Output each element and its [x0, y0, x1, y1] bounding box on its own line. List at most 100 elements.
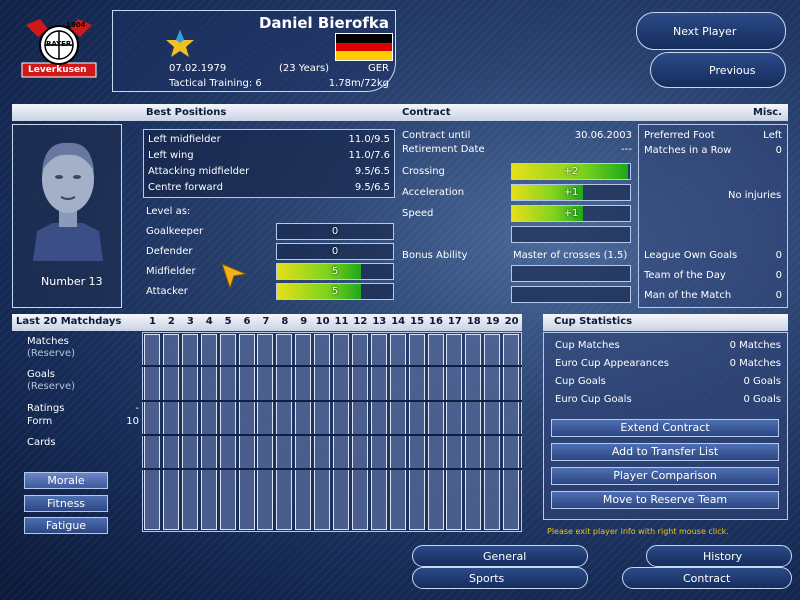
- transfer-list-button[interactable]: Add to Transfer List: [551, 443, 779, 461]
- matchday-column: [370, 334, 387, 530]
- level-label: Goalkeeper: [146, 226, 204, 237]
- next-player-label: Next Player: [673, 25, 737, 38]
- morale-button[interactable]: Morale: [24, 472, 108, 489]
- exit-hint: Please exit player info with right mouse…: [547, 527, 729, 536]
- matchday-number: 13: [372, 316, 387, 327]
- player-number: Number 13: [41, 275, 103, 288]
- skill-label: Acceleration: [402, 187, 465, 198]
- matchday-number: 7: [262, 316, 270, 327]
- matchday-column: [465, 334, 482, 530]
- portrait-panel: Number 13: [12, 124, 122, 308]
- matchday-column: [238, 334, 255, 530]
- matchday-column: [408, 334, 425, 530]
- logo-city: Leverkusen: [28, 65, 87, 75]
- star-icon: [165, 29, 195, 62]
- contract-header: Contract: [402, 107, 451, 118]
- man-of-match-row: Man of the Match 0: [644, 290, 782, 301]
- form-row: Form 10: [27, 416, 139, 427]
- bonus-bar-1: [511, 265, 631, 282]
- ratings-row: Ratings -: [27, 403, 139, 414]
- extend-contract-button[interactable]: Extend Contract: [551, 419, 779, 437]
- level-bar: 5: [276, 263, 394, 280]
- fitness-button[interactable]: Fitness: [24, 495, 108, 512]
- matchday-number: 3: [186, 316, 194, 327]
- cup-stat-row: Euro Cup Appearances 0 Matches: [555, 358, 781, 369]
- height-weight: 1.78m/72kg: [328, 78, 389, 89]
- level-label: Midfielder: [146, 266, 196, 277]
- tab-history[interactable]: History: [646, 545, 792, 567]
- previous-label: Previous: [709, 64, 756, 77]
- tab-contract[interactable]: Contract: [622, 567, 792, 589]
- level-label: Defender: [146, 246, 193, 257]
- matchday-number: 11: [334, 316, 349, 327]
- matchday-column: [314, 334, 331, 530]
- best-position-row: Left wing 11.0/7.6: [148, 150, 390, 161]
- matchday-column: [181, 334, 198, 530]
- matchday-column: [484, 334, 501, 530]
- player-dob: 07.02.1979: [169, 63, 227, 74]
- tab-sports[interactable]: Sports: [412, 567, 588, 589]
- matchday-number: 10: [315, 316, 330, 327]
- matchday-column: [200, 334, 217, 530]
- bonus-ability-value: Master of crosses (1.5): [513, 250, 628, 261]
- matchday-number: 17: [447, 316, 462, 327]
- matchday-number: 6: [243, 316, 251, 327]
- logo-bayer: BAYER: [46, 40, 72, 48]
- matchday-number: 14: [391, 316, 406, 327]
- matches-reserve-label: (Reserve): [27, 348, 75, 359]
- matchday-column: [427, 334, 444, 530]
- fatigue-button[interactable]: Fatigue: [24, 517, 108, 534]
- previous-button[interactable]: Previous: [650, 52, 786, 88]
- matchday-number: 16: [429, 316, 443, 327]
- level-bar: 0: [276, 243, 394, 260]
- bonus-bar-2: [511, 286, 631, 303]
- next-player-button[interactable]: Next Player: [636, 12, 786, 50]
- matchday-column: [276, 334, 293, 530]
- best-position-row: Centre forward 9.5/6.5: [148, 182, 390, 193]
- misc-header: Misc.: [752, 107, 782, 118]
- pointer-cursor-icon: [220, 262, 248, 293]
- matchdays-title: Last 20 Matchdays: [16, 316, 122, 327]
- tactical-training: Tactical Training: 6: [169, 78, 262, 89]
- goals-label: Goals: [27, 369, 55, 380]
- matchday-column: [333, 334, 349, 530]
- matchday-number: 15: [410, 316, 425, 327]
- matchday-column: [295, 334, 312, 530]
- matchday-column: [144, 334, 160, 530]
- matchday-column: [446, 334, 463, 530]
- cup-stat-row: Euro Cup Goals 0 Goals: [555, 394, 781, 405]
- team-of-day-row: Team of the Day 0: [644, 270, 782, 281]
- preferred-foot-row: Preferred Foot Left: [644, 130, 782, 141]
- player-nationality: GER: [367, 63, 389, 74]
- matchday-column: [351, 334, 368, 530]
- move-reserve-button[interactable]: Move to Reserve Team: [551, 491, 779, 509]
- matches-label: Matches: [27, 336, 69, 347]
- tab-general[interactable]: General: [412, 545, 588, 567]
- germany-flag-icon: [335, 33, 393, 61]
- club-logo: 1904 BAYER Leverkusen: [18, 15, 100, 85]
- matchday-number: 18: [466, 316, 481, 327]
- cup-title: Cup Statistics: [554, 316, 633, 327]
- matchday-column: [503, 334, 520, 530]
- matchday-number: 8: [281, 316, 289, 327]
- matchday-column: [219, 334, 236, 530]
- player-comparison-button[interactable]: Player Comparison: [551, 467, 779, 485]
- cup-stat-row: Cup Matches 0 Matches: [555, 340, 781, 351]
- player-name: Daniel Bierofka: [258, 14, 389, 32]
- level-bar: 0: [276, 223, 394, 240]
- logo-year: 1904: [66, 21, 86, 29]
- player-age: (23 Years): [279, 63, 330, 74]
- matchday-number: 5: [224, 316, 232, 327]
- matchday-number: 9: [300, 316, 308, 327]
- cards-label: Cards: [27, 437, 56, 448]
- player-header-panel: Daniel Bierofka 07.02.1979 (23 Years) GE…: [112, 10, 396, 92]
- skill-bar: +2: [511, 163, 631, 180]
- level-bar: 5: [276, 283, 394, 300]
- matchday-number: 20: [504, 316, 519, 327]
- level-as-title: Level as:: [146, 206, 191, 217]
- skill-label: Speed: [402, 208, 434, 219]
- retirement-row: Retirement Date ---: [402, 144, 632, 155]
- matchday-number: 12: [353, 316, 368, 327]
- matchday-number: 19: [485, 316, 500, 327]
- matches-in-row-row: Matches in a Row 0: [644, 145, 782, 156]
